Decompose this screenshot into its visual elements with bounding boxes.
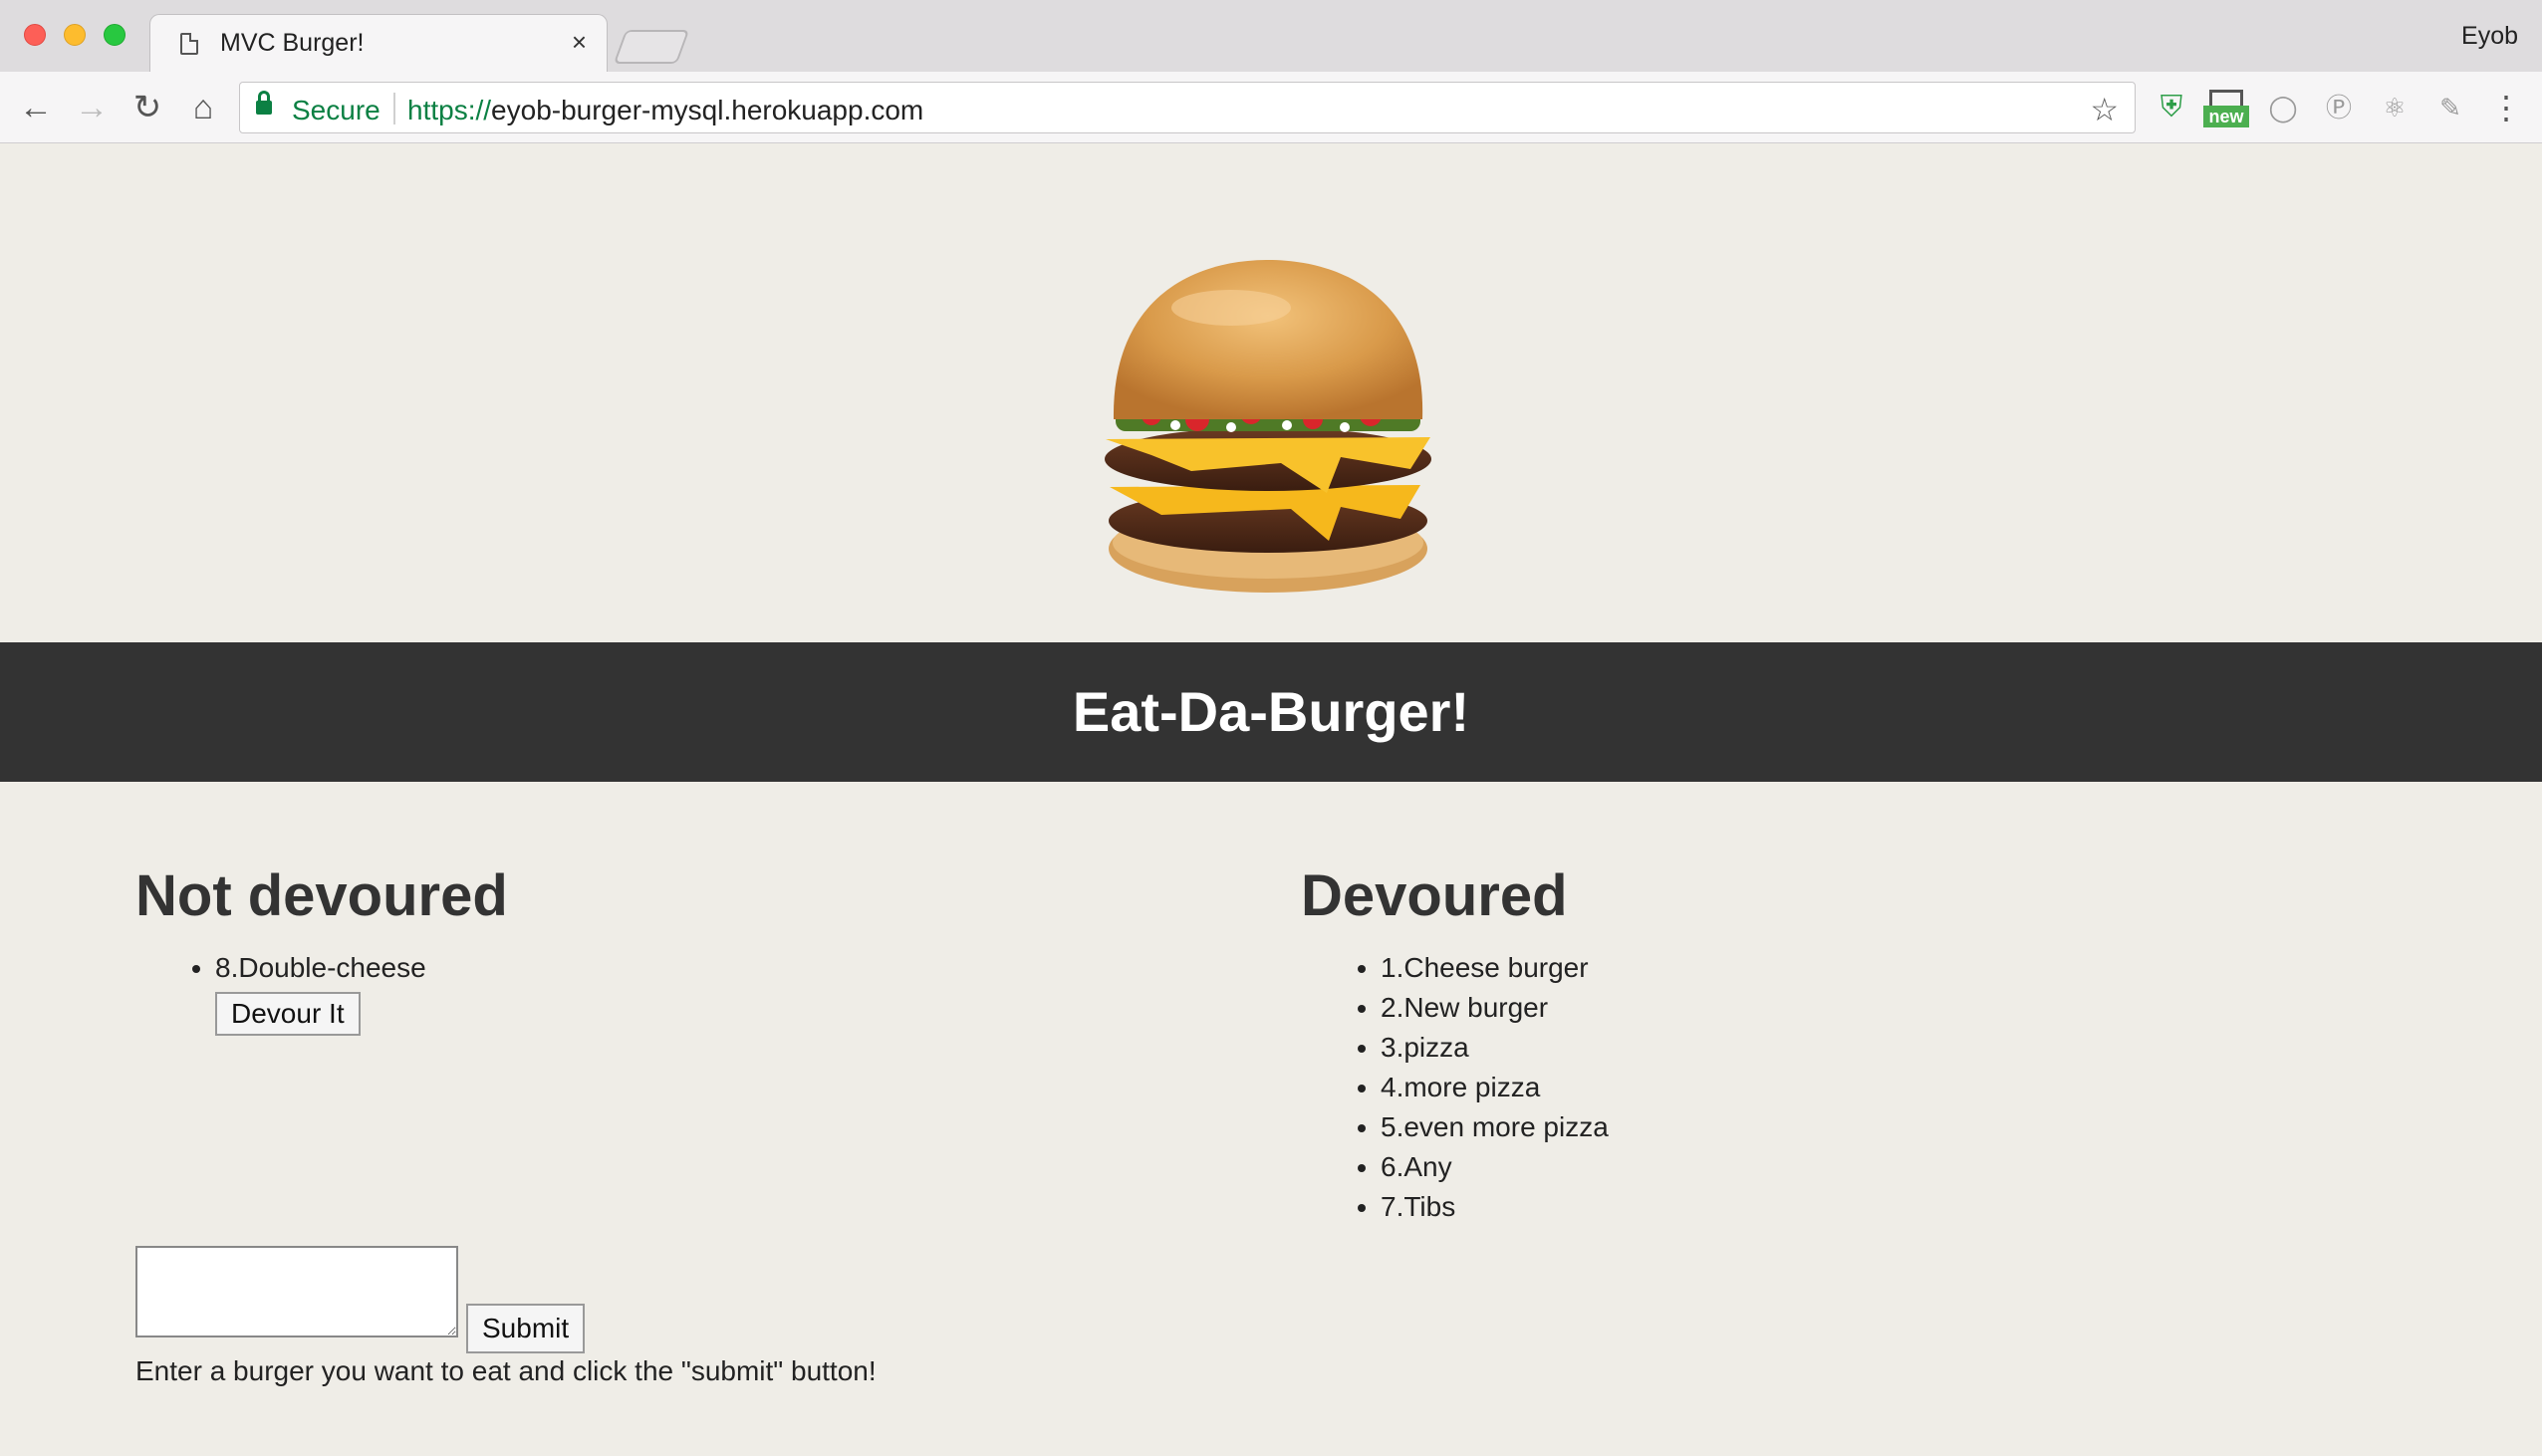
burger-name: 8.Double-cheese bbox=[215, 952, 426, 983]
close-window-button[interactable] bbox=[24, 24, 46, 46]
devoured-section: Devoured 1.Cheese burger 2.New burger 3.… bbox=[1301, 856, 2297, 1227]
profile-name[interactable]: Eyob bbox=[2461, 22, 2518, 51]
browser-toolbar: ← → ↻ ⌂ Secure https://eyob-burger-mysql… bbox=[0, 72, 2542, 143]
maximize-window-button[interactable] bbox=[104, 24, 126, 46]
list-item: 4.more pizza bbox=[1381, 1068, 2297, 1107]
browser-tab[interactable]: MVC Burger! × bbox=[149, 14, 608, 72]
form-hint: Enter a burger you want to eat and click… bbox=[135, 1355, 877, 1386]
submit-button[interactable]: Submit bbox=[466, 1304, 586, 1353]
reload-icon[interactable]: ↻ bbox=[127, 88, 167, 127]
extension-e-icon[interactable]: Ⓟ bbox=[2321, 90, 2357, 125]
eyedropper-icon[interactable]: ✎ bbox=[2432, 90, 2468, 125]
list-item: 8.Double-cheese Devour It bbox=[215, 948, 1132, 1036]
not-devoured-list: 8.Double-cheese Devour It bbox=[215, 948, 1132, 1036]
minimize-window-button[interactable] bbox=[64, 24, 86, 46]
url-host: eyob-burger-mysql.herokuapp.com bbox=[491, 95, 924, 125]
list-item: 6.Any bbox=[1381, 1147, 2297, 1187]
devour-it-button[interactable]: Devour It bbox=[215, 992, 361, 1036]
burger-name-input[interactable] bbox=[135, 1246, 458, 1337]
back-icon[interactable]: ← bbox=[16, 88, 56, 127]
address-bar[interactable]: Secure https://eyob-burger-mysql.herokua… bbox=[239, 82, 2136, 133]
url-scheme: https:// bbox=[407, 95, 492, 125]
new-tab-button[interactable] bbox=[613, 30, 690, 64]
list-item: 3.pizza bbox=[1381, 1028, 2297, 1068]
list-item: 7.Tibs bbox=[1381, 1187, 2297, 1227]
page-content: Eat-Da-Burger! Not devoured 8.Double-che… bbox=[0, 144, 2542, 1456]
burger-image bbox=[1105, 260, 1431, 593]
extension-circle-icon[interactable]: ◯ bbox=[2265, 90, 2301, 125]
not-devoured-section: Not devoured 8.Double-cheese Devour It bbox=[135, 856, 1132, 1036]
title-banner: Eat-Da-Burger! bbox=[0, 642, 2542, 782]
secure-label: Secure bbox=[292, 95, 381, 125]
menu-dots-icon[interactable]: ⋮ bbox=[2490, 88, 2522, 127]
browser-titlebar: MVC Burger! × Eyob bbox=[0, 0, 2542, 72]
list-item: 5.even more pizza bbox=[1381, 1107, 2297, 1147]
tab-close-icon[interactable]: × bbox=[572, 27, 587, 58]
url-text[interactable]: https://eyob-burger-mysql.herokuapp.com bbox=[407, 95, 923, 126]
lock-icon bbox=[256, 91, 272, 117]
list-item: 2.New burger bbox=[1381, 988, 2297, 1028]
list-item: 1.Cheese burger bbox=[1381, 948, 2297, 988]
page-title: Eat-Da-Burger! bbox=[1072, 680, 1470, 743]
extension-badge: new bbox=[2203, 106, 2249, 127]
tab-title: MVC Burger! bbox=[220, 29, 365, 57]
page-icon bbox=[180, 33, 198, 55]
not-devoured-heading: Not devoured bbox=[135, 863, 508, 928]
shield-extension-icon[interactable]: ⛨ bbox=[2154, 90, 2189, 125]
forward-icon[interactable]: → bbox=[72, 88, 112, 127]
new-extension-icon[interactable]: new bbox=[2203, 90, 2249, 127]
url-separator bbox=[393, 93, 395, 124]
bookmark-star-icon[interactable]: ☆ bbox=[2090, 91, 2119, 128]
home-icon[interactable]: ⌂ bbox=[183, 88, 223, 127]
devoured-list: 1.Cheese burger 2.New burger 3.pizza 4.m… bbox=[1381, 948, 2297, 1227]
devoured-heading: Devoured bbox=[1301, 863, 1568, 928]
extension-react-icon[interactable]: ⚛ bbox=[2377, 90, 2413, 125]
